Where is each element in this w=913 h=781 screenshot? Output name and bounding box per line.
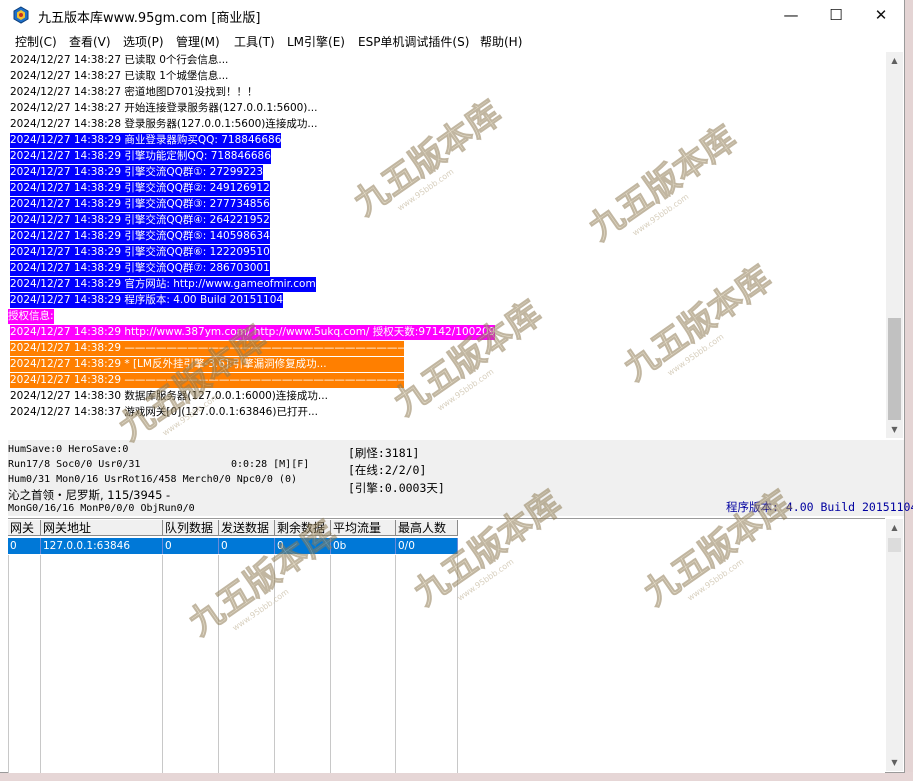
log-line: 2024/12/27 14:38:29 引擎交流QQ群⑦: 286703001 [10, 261, 270, 276]
log-line: 2024/12/27 14:38:29 程序版本: 4.00 Build 201… [10, 293, 284, 308]
table-cell: 0 [275, 538, 331, 554]
close-icon: ✕ [874, 6, 888, 24]
status-online: [在线:2/2/0] [348, 463, 427, 477]
status-time: 0:0:28 [M][F] [231, 459, 310, 470]
scroll-up-icon[interactable]: ▲ [886, 52, 903, 69]
table-cell: 0/0 [396, 538, 458, 554]
column-divider [330, 555, 331, 773]
log-line: 2024/12/27 14:38:29 引擎交流QQ群③: 277734856 [10, 197, 270, 212]
app-icon [13, 6, 29, 24]
log-line: 2024/12/27 14:38:29 引擎交流QQ群⑥: 122209510 [10, 245, 270, 260]
log-line: 2024/12/27 14:38:29 引擎交流QQ群④: 264221952 [10, 213, 270, 228]
column-header[interactable]: 网关 [8, 520, 41, 536]
log-scrollbar[interactable]: ▲ ▼ [886, 52, 903, 438]
log-line: 2024/12/27 14:38:29 ————————————————————… [10, 373, 404, 388]
log-line: 2024/12/27 14:38:27 密道地图D701没找到！！！ [10, 86, 258, 98]
close-button[interactable]: ✕ [858, 0, 904, 31]
column-divider [395, 555, 396, 773]
log-line: 2024/12/27 14:38:30 数据库服务器(127.0.0.1:600… [10, 390, 328, 402]
status-refresh: [刷怪:3181] [348, 446, 420, 460]
table-scrollbar[interactable]: ▲ ▼ [886, 519, 903, 771]
log-panel[interactable]: 2024/12/27 14:38:27 已读取 0个行会信息... 2024/12… [8, 52, 885, 438]
menu-view[interactable]: 查看(V) [69, 33, 111, 50]
table-scroll-thumb[interactable] [888, 538, 901, 552]
column-header[interactable]: 网关地址 [41, 520, 163, 536]
menu-tools[interactable]: 工具(T) [234, 33, 275, 50]
minimize-button[interactable]: — [768, 0, 814, 31]
column-divider [218, 555, 219, 773]
column-header[interactable]: 最高人数 [396, 520, 458, 536]
status-engine: [引擎:0.0003天] [348, 481, 445, 495]
log-line: 2024/12/27 14:38:29 * [LM反外挂引擎-3.6]:引擎漏洞… [10, 357, 404, 372]
column-divider [40, 555, 41, 773]
log-scroll-thumb[interactable] [888, 318, 901, 420]
column-header[interactable]: 发送数据 [219, 520, 275, 536]
log-line: 2024/12/27 14:38:29 引擎交流QQ群②: 249126912 [10, 181, 270, 196]
status-run: Run17/8 Soc0/0 Usr0/31 [8, 459, 141, 470]
log-line: 2024/12/27 14:38:27 已读取 0个行会信息... [10, 54, 229, 66]
menu-manage[interactable]: 管理(M) [176, 33, 220, 50]
maximize-icon: ☐ [829, 6, 843, 24]
column-divider [274, 555, 275, 773]
menu-esp-plugin[interactable]: ESP单机调试插件(S) [358, 33, 469, 50]
column-divider [162, 555, 163, 773]
column-divider [457, 555, 458, 773]
status-version: 程序版本: 4.00 Build 20151104 [726, 500, 913, 514]
status-hum-mon: Hum0/31 Mon0/16 UsrRot16/458 Merch0/0 Np… [8, 474, 297, 485]
log-line: 2024/12/27 14:38:27 开始连接登录服务器(127.0.0.1:… [10, 102, 318, 114]
log-line: 2024/12/27 14:38:29 ————————————————————… [10, 341, 404, 356]
table-cell: 0 [219, 538, 275, 554]
menu-lm-engine[interactable]: LM引擎(E) [287, 33, 345, 50]
column-header[interactable]: 剩余数据 [275, 520, 331, 536]
status-boss: 沁之首领・尼罗斯, 115/3945 - [8, 488, 171, 502]
table-cell: 127.0.0.1:63846 [41, 538, 163, 554]
table-cell: 0 [8, 538, 41, 554]
status-panel: HumSave:0 HeroSave:0 Run17/8 Soc0/0 Usr0… [8, 440, 913, 516]
log-line: 2024/12/27 14:38:29 引擎交流QQ群①: 27299223 [10, 165, 264, 180]
log-line: 2024/12/27 14:38:29 http://www.387ym.com… [10, 325, 496, 340]
log-line: 2024/12/27 14:38:27 已读取 1个城堡信息... [10, 70, 229, 82]
log-line: 2024/12/27 14:38:37 游戏网关[0](127.0.0.1:63… [10, 406, 318, 418]
menu-bar: 控制(C) 查看(V) 选项(P) 管理(M) 工具(T) LM引擎(E) ES… [0, 31, 904, 51]
column-header[interactable]: 队列数据 [163, 520, 219, 536]
log-line: 2024/12/27 14:38:29 官方网站: http://www.gam… [10, 277, 316, 292]
log-line: 2024/12/27 14:38:28 登录服务器(127.0.0.1:5600… [10, 118, 318, 130]
menu-options[interactable]: 选项(P) [123, 33, 164, 50]
desktop-background-bottom [0, 772, 913, 781]
maximize-button[interactable]: ☐ [813, 0, 859, 31]
scroll-down-icon[interactable]: ▼ [886, 421, 903, 438]
log-line: 授权信息: [8, 309, 54, 324]
main-window: 九五版本库www.95gm.com [商业版] — ☐ ✕ 控制(C) 查看(V… [0, 0, 913, 773]
log-line: 2024/12/27 14:38:29 商业登录器购买QQ: 718846686 [10, 133, 282, 148]
window-title: 九五版本库www.95gm.com [商业版] [38, 11, 261, 26]
table-scroll-up-icon[interactable]: ▲ [886, 519, 903, 536]
log-line: 2024/12/27 14:38:29 引擎交流QQ群⑤: 140598634 [10, 229, 270, 244]
status-mon-group: MonG0/16/16 MonP0/0/0 ObjRun0/0 [8, 503, 195, 514]
table-scroll-down-icon[interactable]: ▼ [886, 754, 903, 771]
desktop-background-right [904, 0, 913, 781]
minimize-icon: — [783, 6, 799, 24]
gateway-table[interactable]: 网关 网关地址 队列数据 发送数据 剩余数据 平均流量 最高人数 0 127.0.0.1:638… [8, 518, 885, 773]
log-line: 2024/12/27 14:38:29 引擎功能定制QQ: 718846686 [10, 149, 271, 164]
status-hum-save: HumSave:0 HeroSave:0 [8, 444, 129, 455]
table-cell: 0 [163, 538, 219, 554]
menu-help[interactable]: 帮助(H) [480, 33, 522, 50]
menu-control[interactable]: 控制(C) [15, 33, 57, 50]
column-divider [8, 555, 9, 773]
column-header[interactable]: 平均流量 [331, 520, 396, 536]
title-bar[interactable]: 九五版本库www.95gm.com [商业版] — ☐ ✕ [0, 0, 904, 31]
table-cell: 0b [331, 538, 396, 554]
